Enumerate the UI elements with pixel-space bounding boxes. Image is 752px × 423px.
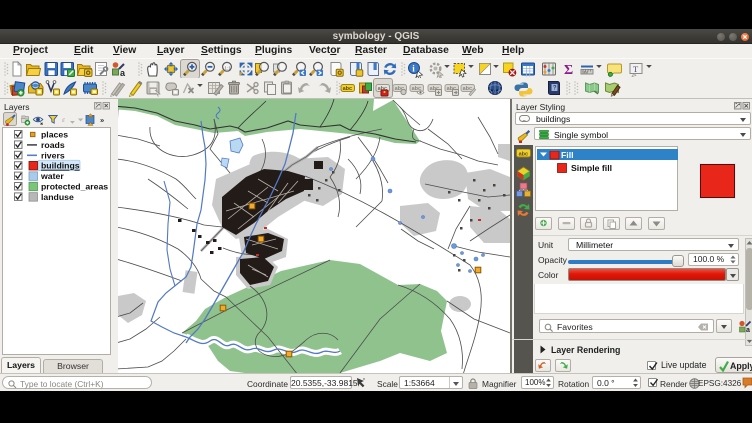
svg-text:rivers: rivers	[41, 150, 65, 160]
svg-text:places: places	[41, 130, 68, 140]
svg-text:buildings: buildings	[41, 161, 80, 171]
svg-text:abc: abc	[343, 86, 352, 92]
svg-text:landuse: landuse	[41, 192, 74, 202]
svg-text:MM: MM	[582, 71, 588, 75]
svg-text:1:1: 1:1	[224, 66, 231, 71]
svg-text:protected_areas: protected_areas	[41, 182, 108, 192]
svg-text:a: a	[746, 327, 750, 333]
svg-text:abc: abc	[463, 86, 472, 92]
svg-text:abc: abc	[519, 151, 528, 157]
svg-text:roads: roads	[41, 140, 65, 150]
svg-text:Σ: Σ	[564, 63, 573, 78]
svg-text:a: a	[120, 68, 126, 78]
svg-text:?: ?	[553, 86, 557, 92]
svg-text:water: water	[40, 171, 64, 181]
svg-text:»: »	[100, 116, 104, 125]
svg-text:ε: ε	[62, 115, 65, 124]
svg-text:T: T	[633, 64, 639, 74]
